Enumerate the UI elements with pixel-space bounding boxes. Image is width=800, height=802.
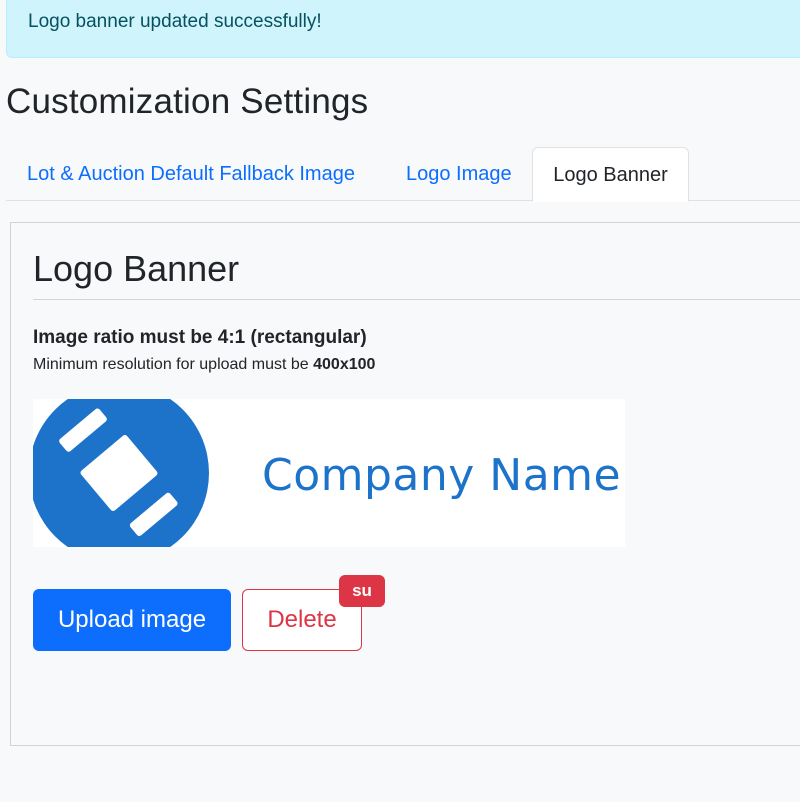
- resolution-prefix: Minimum resolution for upload must be: [33, 356, 314, 373]
- tab-logo-banner[interactable]: Logo Banner: [532, 147, 689, 202]
- company-name-text: Company Name: [262, 450, 622, 501]
- tab-fallback-image[interactable]: Lot & Auction Default Fallback Image: [27, 147, 355, 201]
- logo-banner-panel: Logo Banner Image ratio must be 4:1 (rec…: [10, 222, 800, 746]
- success-alert-message: Logo banner updated successfully!: [28, 11, 322, 32]
- settings-tabs: Lot & Auction Default Fallback Image Log…: [6, 147, 800, 202]
- resolution-value: 400x100: [313, 356, 376, 373]
- logo-banner-preview: Company Name: [33, 399, 625, 547]
- status-badge: su: [339, 575, 385, 607]
- resolution-requirement: Minimum resolution for upload must be 40…: [33, 356, 375, 374]
- tab-logo-image[interactable]: Logo Image: [406, 147, 512, 201]
- section-title: Logo Banner: [33, 248, 240, 289]
- section-divider: [33, 299, 800, 300]
- ratio-requirement: Image ratio must be 4:1 (rectangular): [33, 327, 367, 348]
- upload-image-button[interactable]: Upload image: [33, 589, 231, 651]
- page-title: Customization Settings: [6, 82, 369, 121]
- success-alert: Logo banner updated successfully!: [6, 0, 800, 58]
